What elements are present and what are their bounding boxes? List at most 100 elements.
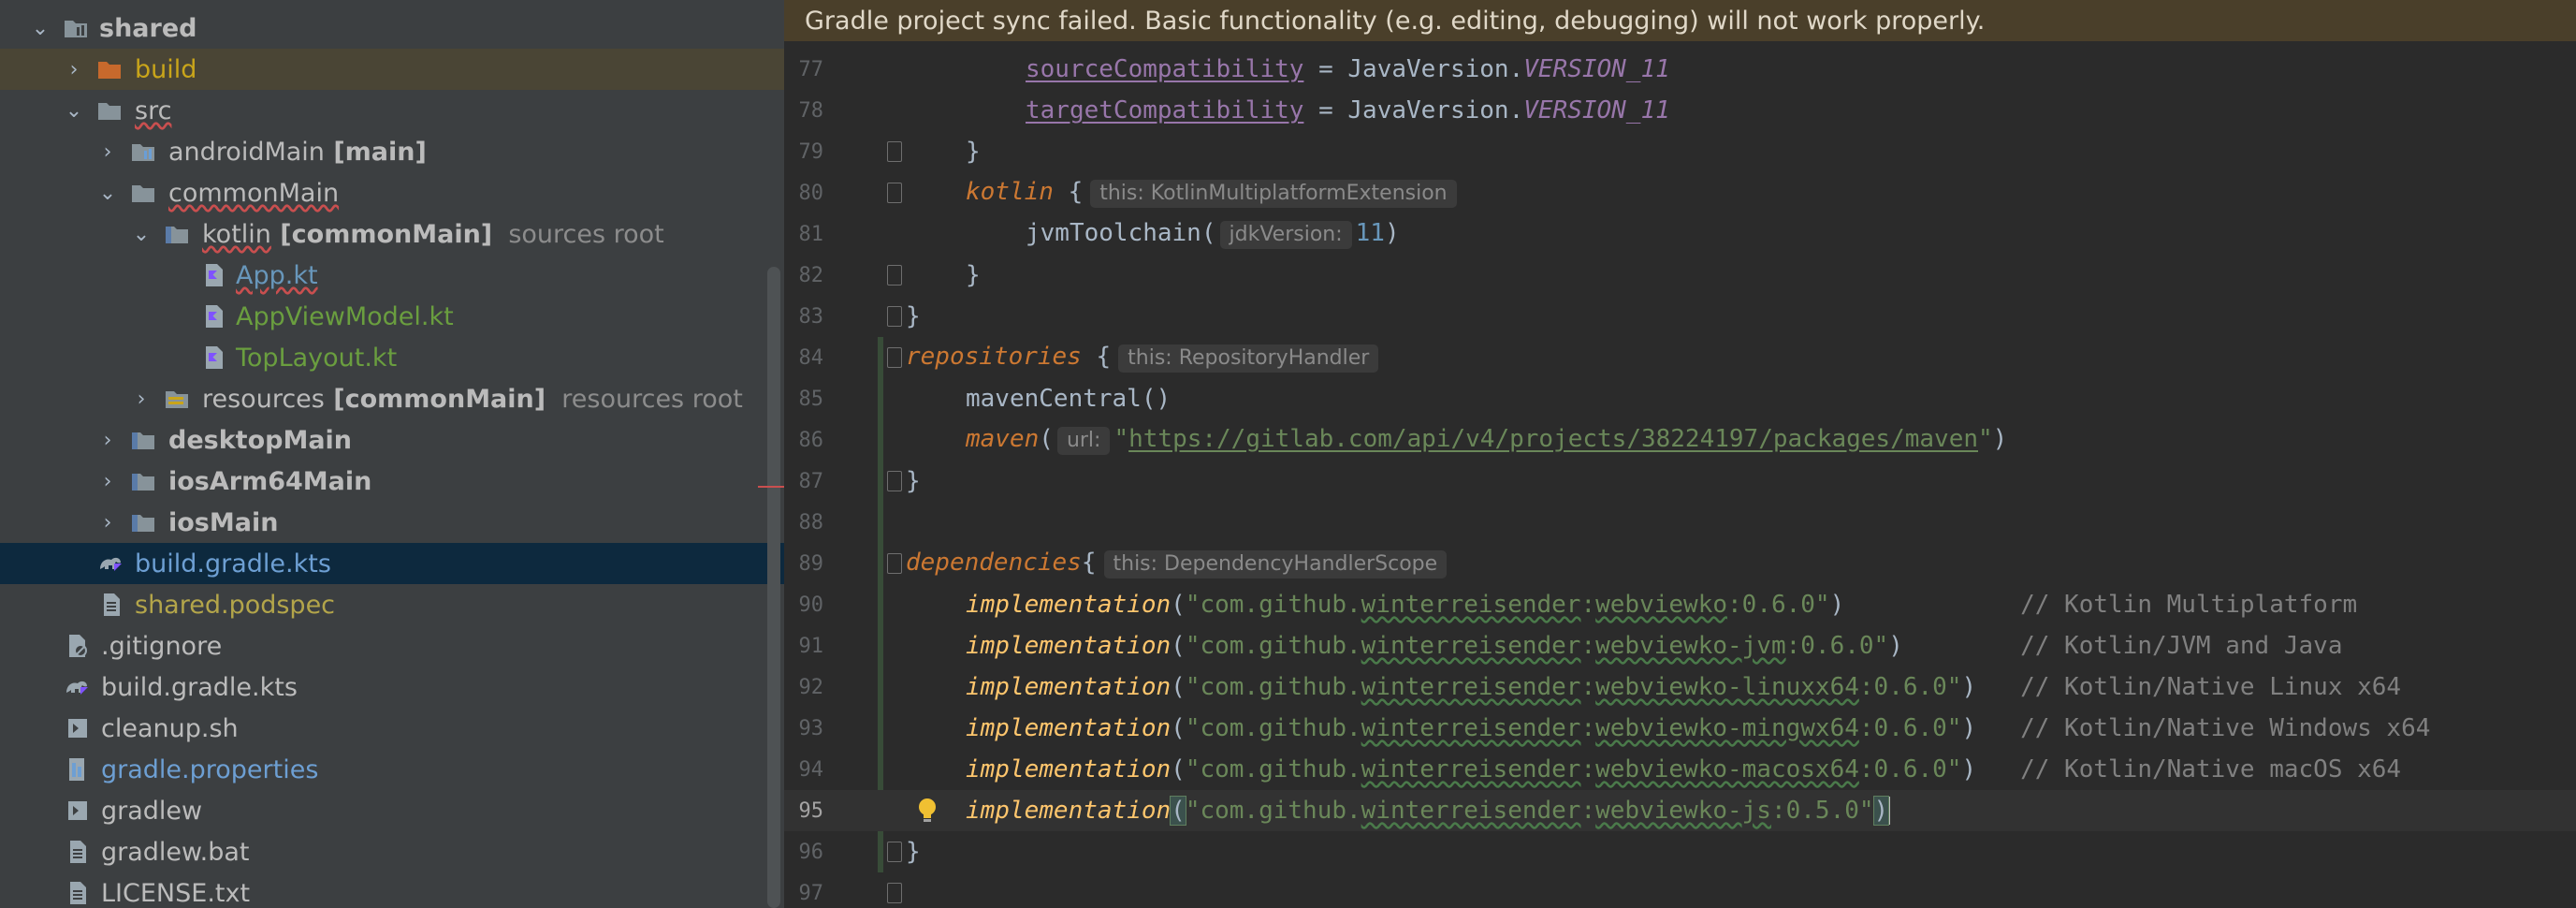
tree-item-resources[interactable]: › resources [commonMain] resources root — [0, 378, 784, 419]
module-folder-icon — [129, 419, 157, 461]
line-number: 81 — [798, 222, 824, 246]
tree-item-app-kt[interactable]: App.kt — [0, 255, 784, 296]
properties-file-icon — [64, 749, 92, 790]
chevron-right-icon[interactable]: › — [94, 419, 122, 461]
source-root-folder-icon — [163, 213, 191, 255]
chevron-down-icon[interactable]: ⌄ — [127, 213, 155, 255]
chevron-down-icon[interactable]: ⌄ — [94, 172, 122, 213]
code-text: implementation("com.github.winterreisend… — [966, 591, 2358, 619]
tree-item-gradlew-bat[interactable]: gradlew.bat — [0, 831, 784, 872]
chevron-right-icon[interactable]: › — [94, 131, 122, 172]
code-line-77[interactable]: 77 sourceCompatibility = JavaVersion.VER… — [784, 49, 2576, 90]
inlay-hint: url: — [1056, 427, 1111, 455]
code-line-84[interactable]: 84 repositories {this: RepositoryHandler — [784, 337, 2576, 378]
code-line-96[interactable]: 96 } — [784, 831, 2576, 872]
fold-end-icon[interactable] — [887, 141, 902, 162]
chevron-right-icon[interactable]: › — [60, 49, 88, 90]
tree-item-label: TopLayout.kt — [236, 343, 398, 373]
fold-end-icon[interactable] — [887, 842, 902, 862]
code-line-78[interactable]: 78 targetCompatibility = JavaVersion.VER… — [784, 90, 2576, 131]
error-stripe-mark — [758, 486, 784, 488]
tree-item-shared-build-gradle-kts[interactable]: build.gradle.kts — [0, 543, 784, 584]
code-text: targetCompatibility = JavaVersion.VERSIO… — [1026, 96, 1670, 124]
tree-item-appviewmodel-kt[interactable]: AppViewModel.kt — [0, 296, 784, 337]
code-line-93[interactable]: 93 implementation("com.github.winterreis… — [784, 708, 2576, 749]
lightbulb-icon[interactable] — [915, 797, 939, 825]
maven-url-link: https://gitlab.com/api/v4/projects/38224… — [1128, 425, 1979, 453]
code-text: implementation("com.github.winterreisend… — [966, 795, 1891, 826]
code-line-85[interactable]: 85 mavenCentral() — [784, 378, 2576, 419]
tree-item-cleanup-sh[interactable]: cleanup.sh — [0, 708, 784, 749]
code-text: implementation("com.github.winterreisend… — [966, 673, 2402, 701]
fold-start-icon[interactable] — [887, 183, 902, 203]
tree-item-gradle-properties[interactable]: gradle.properties — [0, 749, 784, 790]
code-editor[interactable]: Gradle project sync failed. Basic functi… — [784, 0, 2576, 908]
inlay-hint: jdkVersion: — [1219, 221, 1352, 249]
code-text: dependencies{this: DependencyHandlerScop… — [906, 549, 1450, 578]
code-text: maven(url: "https://gitlab.com/api/v4/pro… — [966, 425, 2008, 455]
code-line-82[interactable]: 82 } — [784, 255, 2576, 296]
tree-item-toplayout-kt[interactable]: TopLayout.kt — [0, 337, 784, 378]
code-line-91[interactable]: 91 implementation("com.github.winterreis… — [784, 625, 2576, 666]
code-line-97[interactable]: 97 — [784, 872, 2576, 908]
line-number: 97 — [798, 881, 824, 905]
line-number: 87 — [798, 469, 824, 493]
tree-item-gitignore[interactable]: .gitignore — [0, 625, 784, 666]
module-folder-icon — [129, 502, 157, 543]
chevron-down-icon[interactable]: ⌄ — [26, 7, 54, 49]
tree-item-root-build-gradle-kts[interactable]: build.gradle.kts — [0, 666, 784, 708]
line-number: 96 — [798, 840, 824, 864]
tree-item-iosmain[interactable]: › iosMain — [0, 502, 784, 543]
code-text: } — [966, 138, 981, 166]
chevron-right-icon[interactable]: › — [94, 502, 122, 543]
code-line-95[interactable]: 95 implementation("com.github.winterreis… — [784, 790, 2576, 831]
folder-icon — [95, 90, 124, 131]
code-line-89[interactable]: 89 dependencies{this: DependencyHandlerS… — [784, 543, 2576, 584]
folder-icon — [129, 172, 157, 213]
line-number: 82 — [798, 263, 824, 287]
code-line-94[interactable]: 94 implementation("com.github.winterreis… — [784, 749, 2576, 790]
fold-end-icon[interactable] — [887, 471, 902, 491]
tree-item-gradlew[interactable]: gradlew — [0, 790, 784, 831]
tree-item-label: resources [commonMain] resources root — [202, 384, 743, 414]
tree-item-shared[interactable]: ⌄ shared — [0, 7, 784, 49]
code-line-79[interactable]: 79 } — [784, 131, 2576, 172]
tree-item-commonmain[interactable]: ⌄ commonMain — [0, 172, 784, 213]
tree-item-desktopmain[interactable]: › desktopMain — [0, 419, 784, 461]
code-line-80[interactable]: 80 kotlin {this: KotlinMultiplatformExte… — [784, 172, 2576, 213]
fold-start-icon[interactable] — [887, 347, 902, 368]
code-text: kotlin {this: KotlinMultiplatformExtensi… — [966, 178, 1461, 208]
code-line-86[interactable]: 86 maven(url: "https://gitlab.com/api/v4/… — [784, 419, 2576, 461]
shell-script-icon — [64, 790, 92, 831]
tree-item-kotlin[interactable]: ⌄ kotlin [commonMain] sources root — [0, 213, 784, 255]
code-line-83[interactable]: 83 } — [784, 296, 2576, 337]
line-number: 93 — [798, 716, 824, 740]
gradle-sync-failed-banner: Gradle project sync failed. Basic functi… — [784, 0, 2576, 41]
code-line-92[interactable]: 92 implementation("com.github.winterreis… — [784, 666, 2576, 708]
tree-scrollbar[interactable] — [767, 267, 780, 908]
code-line-81[interactable]: 81 jvmToolchain(jdkVersion: 11) — [784, 213, 2576, 255]
code-line-87[interactable]: 87 } — [784, 461, 2576, 502]
tree-item-androidmain[interactable]: › androidMain [main] — [0, 131, 784, 172]
tree-item-shared-podspec[interactable]: shared.podspec — [0, 584, 784, 625]
gradle-kotlin-script-icon — [97, 543, 125, 584]
line-number: 84 — [798, 345, 824, 370]
code-line-90[interactable]: 90 implementation("com.github.winterreis… — [784, 584, 2576, 625]
fold-end-icon[interactable] — [887, 306, 902, 327]
chevron-right-icon[interactable]: › — [127, 378, 155, 419]
tree-item-license-txt[interactable]: LICENSE.txt — [0, 872, 784, 908]
tree-item-label: App.kt — [236, 260, 318, 290]
tree-item-iosarm64main[interactable]: › iosArm64Main — [0, 461, 784, 502]
tree-item-build[interactable]: › build — [0, 49, 784, 90]
kotlin-file-icon — [200, 255, 228, 296]
code-line-88[interactable]: 88 — [784, 502, 2576, 543]
tree-item-src[interactable]: ⌄ src — [0, 90, 784, 131]
chevron-right-icon[interactable]: › — [94, 461, 122, 502]
tree-item-label: androidMain [main] — [168, 137, 427, 167]
fold-end-icon[interactable] — [887, 265, 902, 286]
fold-start-icon[interactable] — [887, 553, 902, 574]
code-text: } — [906, 467, 921, 495]
fold-start-icon[interactable] — [887, 883, 902, 903]
chevron-down-icon[interactable]: ⌄ — [60, 90, 88, 131]
code-text: repositories {this: RepositoryHandler — [906, 343, 1382, 373]
